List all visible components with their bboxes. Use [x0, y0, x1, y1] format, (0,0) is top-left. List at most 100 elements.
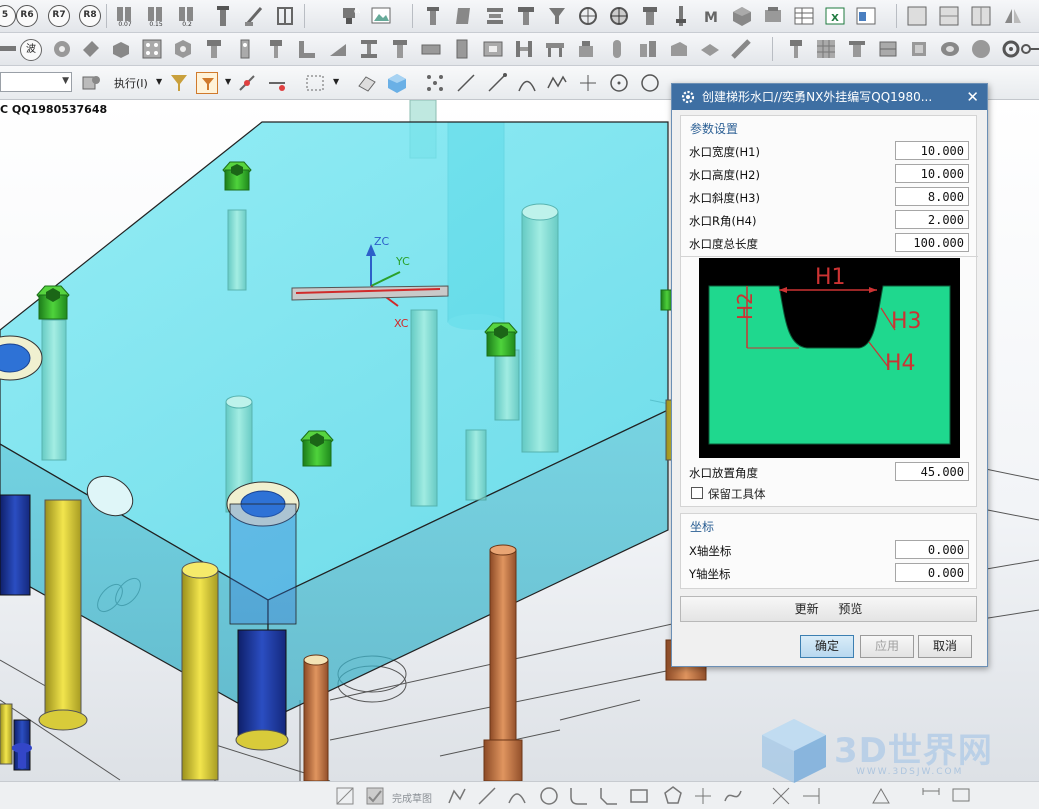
key-icon[interactable] [1020, 38, 1039, 60]
r7-button[interactable]: R7 [48, 5, 70, 27]
slider-part-icon[interactable] [80, 38, 102, 60]
cube-view-icon[interactable] [386, 72, 408, 94]
profile-icon[interactable] [446, 785, 468, 807]
crosshair-circle-icon[interactable] [577, 5, 599, 27]
fillet-icon[interactable] [568, 785, 590, 807]
radius-input[interactable] [895, 210, 969, 229]
y-coord-input[interactable] [895, 563, 969, 582]
flat-block-icon[interactable] [699, 38, 721, 60]
stamp-icon[interactable]: dv [338, 5, 360, 27]
four-holes-icon[interactable] [141, 38, 163, 60]
support-icon[interactable] [846, 38, 868, 60]
cylinder-pair-icon[interactable] [637, 38, 659, 60]
ejector-icon[interactable] [785, 38, 807, 60]
window-icon[interactable] [855, 5, 877, 27]
nut-icon[interactable] [172, 38, 194, 60]
polygon-icon[interactable] [662, 785, 684, 807]
angle-input[interactable] [895, 462, 969, 481]
ok-button[interactable]: 确定 [800, 635, 854, 658]
line-icon[interactable] [476, 785, 498, 807]
chevron-down-icon[interactable]: ▼ [156, 77, 162, 86]
snap-icon[interactable] [236, 72, 258, 94]
long-rod-icon[interactable] [730, 38, 752, 60]
chamfer-icon[interactable] [598, 785, 620, 807]
excel-icon[interactable]: X [824, 5, 846, 27]
skew-plate-icon[interactable] [452, 5, 474, 27]
circle-center-icon[interactable] [608, 72, 630, 94]
cross-snap-icon[interactable] [577, 72, 599, 94]
eraser-icon[interactable] [356, 72, 378, 94]
execute-menu[interactable]: 执行(I) [114, 75, 148, 91]
filter-combo[interactable]: ▼ [0, 72, 72, 92]
r6-button[interactable]: R6 [16, 5, 38, 27]
bracket-icon[interactable] [274, 5, 296, 27]
funnel-icon[interactable] [546, 5, 568, 27]
screw-icon[interactable] [389, 38, 411, 60]
line-end-icon[interactable] [486, 72, 508, 94]
slot-icon[interactable] [482, 38, 504, 60]
circle-icon[interactable] [538, 785, 560, 807]
point-icon[interactable] [692, 785, 714, 807]
extend-icon[interactable] [800, 785, 822, 807]
curve-snap-icon[interactable] [516, 72, 538, 94]
hole-15-icon[interactable]: 0.15 [145, 5, 167, 27]
mirror-icon[interactable] [1002, 5, 1024, 27]
pin-icon[interactable] [212, 5, 234, 27]
block-icon[interactable] [762, 5, 784, 27]
grid-block-icon[interactable] [815, 38, 837, 60]
preview-button[interactable]: 预览 [838, 602, 862, 616]
view-left-icon[interactable] [906, 5, 928, 27]
chevron-down-icon[interactable]: ▼ [333, 77, 339, 86]
hole-07-icon[interactable]: 0.07 [114, 5, 136, 27]
i-beam-icon[interactable] [358, 38, 380, 60]
snap-points-icon[interactable] [424, 72, 446, 94]
r8-button[interactable]: R8 [79, 5, 101, 27]
polyline-icon[interactable] [546, 72, 568, 94]
select-filter-icon[interactable] [168, 72, 190, 94]
pillar-icon[interactable] [639, 5, 661, 27]
wedge-icon[interactable] [327, 38, 349, 60]
chevron-down-icon[interactable]: ▼ [225, 77, 231, 86]
spline-icon[interactable] [722, 785, 744, 807]
finish-sketch-label[interactable]: 完成草图 [392, 790, 432, 805]
wave-button[interactable]: 波 [20, 39, 42, 61]
close-icon[interactable]: ✕ [966, 84, 979, 110]
x-coord-input[interactable] [895, 540, 969, 559]
h-beam-icon[interactable] [513, 38, 535, 60]
sketch-icon[interactable] [334, 785, 356, 807]
line-snap-icon[interactable] [455, 72, 477, 94]
target-icon[interactable] [608, 5, 630, 27]
finish-sketch-icon[interactable] [364, 785, 386, 807]
gear-part-icon[interactable] [51, 38, 73, 60]
angle-pin-icon[interactable] [243, 5, 265, 27]
capsule-icon[interactable] [606, 38, 628, 60]
circle-snap-icon[interactable] [639, 72, 661, 94]
m-plate-icon[interactable]: M [700, 5, 722, 27]
rectangle-icon[interactable] [628, 785, 650, 807]
cube-icon[interactable] [731, 5, 753, 27]
snap2-icon[interactable] [266, 72, 288, 94]
length-input[interactable] [895, 233, 969, 252]
rectangle-select-icon[interactable] [304, 72, 326, 94]
slope-input[interactable] [895, 187, 969, 206]
view-right-icon[interactable] [970, 5, 992, 27]
guide-bush-icon[interactable] [422, 5, 444, 27]
cancel-button[interactable]: 取消 [918, 635, 972, 658]
update-button[interactable]: 更新 [795, 602, 819, 616]
height-input[interactable] [895, 164, 969, 183]
pin-hole-icon[interactable] [234, 38, 256, 60]
gear-icon[interactable] [1000, 38, 1022, 60]
arc-icon[interactable] [506, 785, 528, 807]
bench-icon[interactable] [544, 38, 566, 60]
angled-block-icon[interactable] [668, 38, 690, 60]
stopper-icon[interactable] [908, 38, 930, 60]
dialog-titlebar[interactable]: 创建梯形水口//奕勇NX外挂编写QQ1980... ✕ [672, 84, 987, 110]
disc-icon[interactable] [970, 38, 992, 60]
plate-icon[interactable] [420, 38, 442, 60]
l-bracket-icon[interactable] [296, 38, 318, 60]
width-input[interactable] [895, 141, 969, 160]
hole-02-icon[interactable]: 0.2 [176, 5, 198, 27]
keep-tool-checkbox[interactable] [691, 487, 703, 499]
display-icon[interactable] [950, 785, 972, 807]
box-part-icon[interactable] [110, 38, 132, 60]
